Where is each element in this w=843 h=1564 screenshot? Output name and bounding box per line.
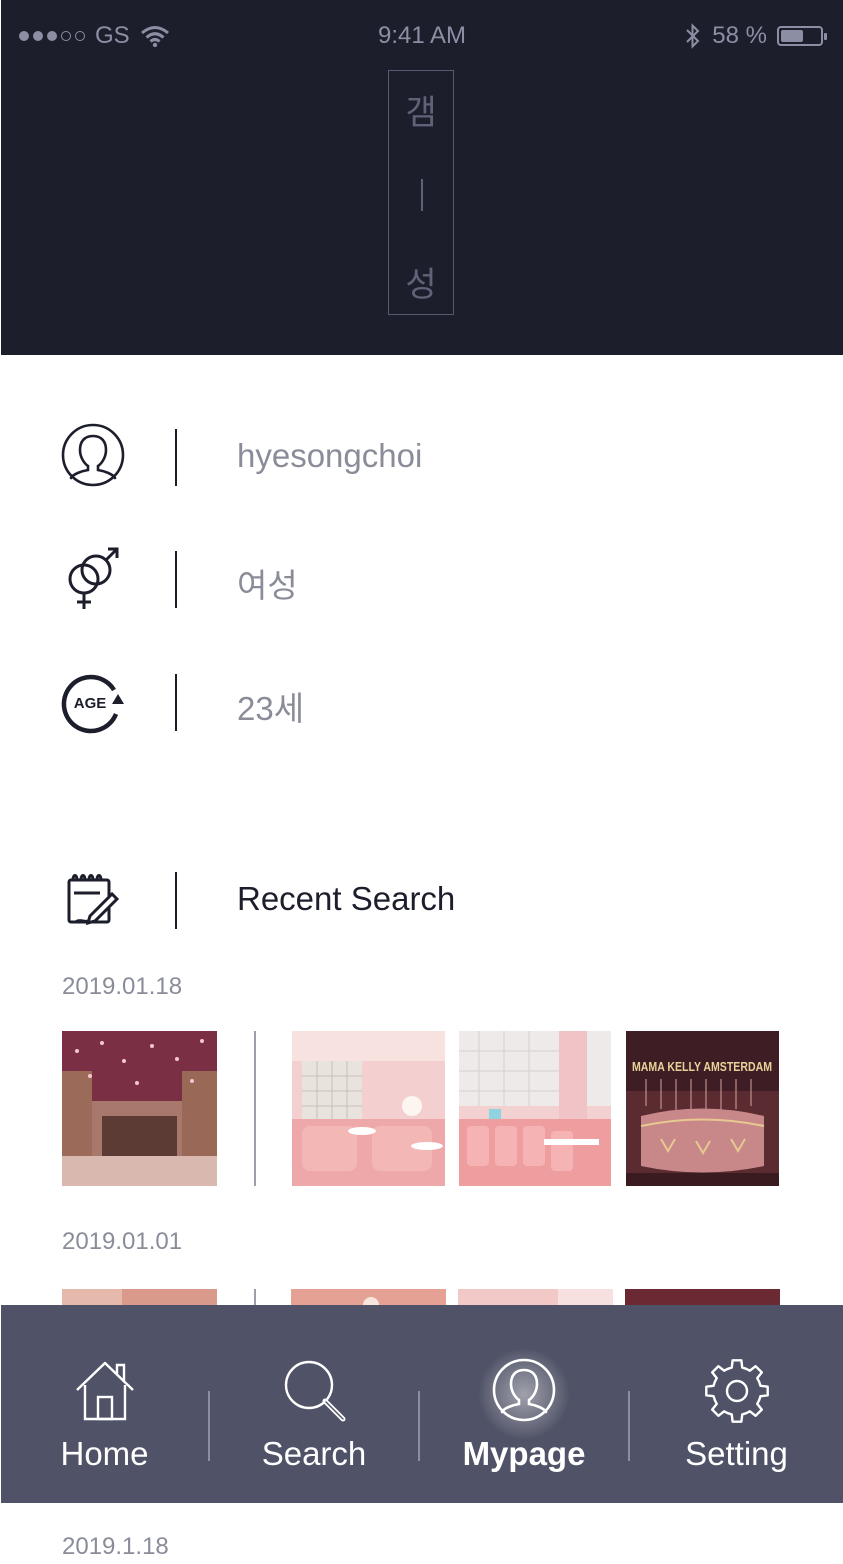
row-divider: [175, 674, 177, 731]
battery-fill: [781, 30, 803, 42]
logo-top-char: 갬: [405, 93, 437, 133]
search-thumbnail[interactable]: [62, 1031, 217, 1186]
search-thumbnail[interactable]: [459, 1031, 611, 1186]
nav-home-label: Home: [60, 1435, 149, 1472]
profile-age-row: AGE 23세: [0, 668, 843, 738]
gender-text: 여성: [237, 567, 298, 604]
age-text: 23세: [237, 690, 305, 727]
notepad-icon: [67, 874, 120, 926]
nav-setting[interactable]: Setting: [630, 1305, 843, 1503]
search-thumbnail[interactable]: MAMA KELLY AMSTERDAM: [626, 1031, 779, 1186]
user-icon: [61, 423, 125, 487]
search-date: 2019.01.01: [62, 1228, 183, 1255]
home-icon: [75, 1361, 134, 1421]
nav-search-label: Search: [261, 1435, 367, 1472]
nav-mypage[interactable]: Mypage: [420, 1305, 628, 1503]
recent-search-row: Recent Search: [0, 866, 843, 936]
logo-divider: [421, 179, 423, 211]
thumbnail-divider: [254, 1031, 256, 1186]
mypage-screen: GS 9:41 AM 58 % 갬 성 hyesongchoi 여성 AGE 2…: [0, 0, 843, 1564]
nav-search[interactable]: Search: [210, 1305, 418, 1503]
nav-home[interactable]: Home: [1, 1305, 208, 1503]
row-divider: [175, 551, 177, 608]
search-icon: [284, 1360, 346, 1422]
profile-gender-row: 여성: [0, 545, 843, 615]
row-divider: [175, 429, 177, 486]
nav-mypage-label: Mypage: [462, 1435, 586, 1472]
search-thumbnail[interactable]: [292, 1031, 445, 1186]
status-bar: GS 9:41 AM 58 %: [1, 18, 843, 54]
battery-percent: 58 %: [712, 22, 767, 49]
row-divider: [175, 872, 177, 929]
logo-bottom-char: 성: [405, 265, 437, 305]
gender-icon: [68, 547, 119, 609]
bluetooth-icon: [686, 23, 700, 49]
thumbnail-sign-text: MAMA KELLY AMSTERDAM: [632, 1059, 772, 1074]
profile-username-row: hyesongchoi: [0, 423, 843, 493]
nav-setting-label: Setting: [685, 1435, 788, 1472]
app-logo: 갬 성: [388, 70, 454, 315]
user-icon: [492, 1358, 556, 1422]
username-text: hyesongchoi: [237, 437, 423, 474]
bottom-nav: Home Search Mypage Setting: [1, 1305, 843, 1503]
search-date: 2019.1.18: [62, 1533, 169, 1560]
age-icon-label: AGE: [74, 695, 107, 712]
status-right: 58 %: [684, 22, 827, 50]
battery-icon: [777, 26, 827, 46]
recent-search-title: Recent Search: [237, 880, 456, 917]
gear-icon: [704, 1359, 769, 1423]
search-date: 2019.01.18: [62, 973, 183, 1000]
header: GS 9:41 AM 58 % 갬 성: [1, 0, 843, 355]
age-icon: AGE: [61, 674, 124, 734]
